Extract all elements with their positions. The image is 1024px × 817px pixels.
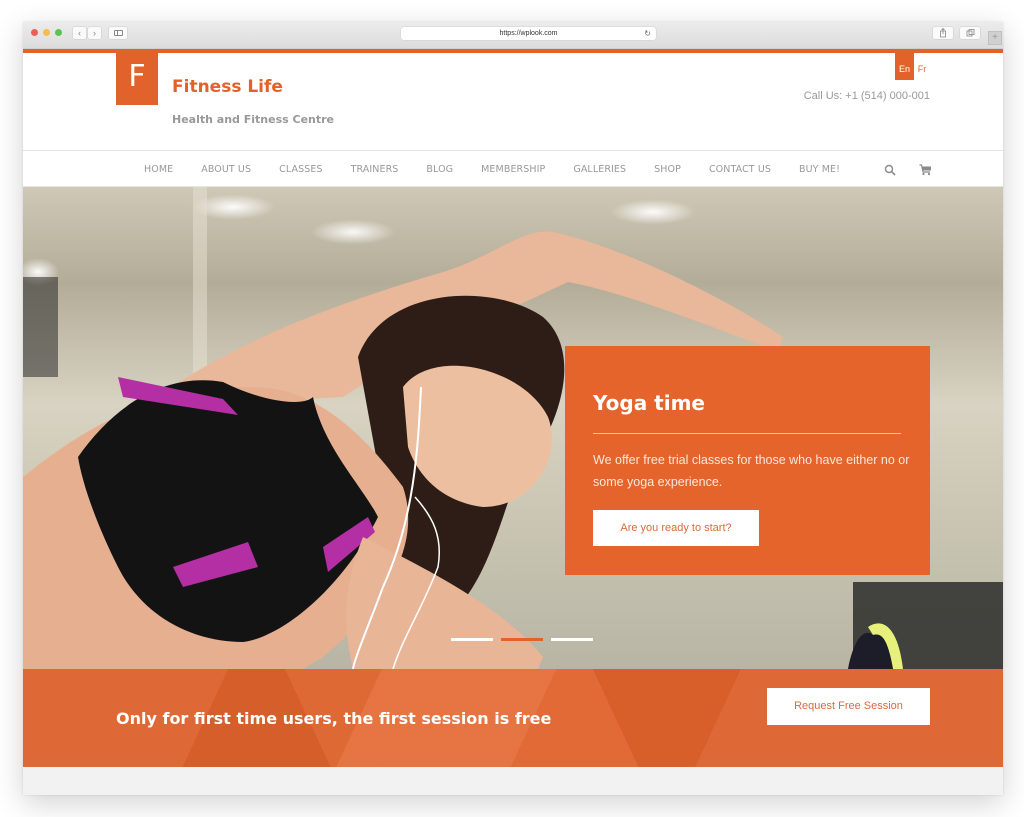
site-logo[interactable]: F (116, 49, 158, 105)
chevron-left-icon: ‹ (78, 28, 81, 38)
nav-item-contact-us[interactable]: CONTACT US (709, 164, 771, 175)
start-button[interactable]: Are you ready to start? (593, 510, 759, 546)
nav-item-classes[interactable]: CLASSES (279, 164, 322, 175)
language-switcher: En Fr (895, 49, 930, 80)
share-button[interactable] (933, 27, 953, 39)
site-header: F Fitness Life Health and Fitness Centre… (23, 49, 1003, 151)
share-icon (940, 27, 946, 38)
url-text: https://wplook.com (499, 30, 558, 37)
browser-window: ‹ › https://wplook.com ↻ + F Fitness Lif… (23, 22, 1003, 795)
nav-item-shop[interactable]: SHOP (654, 164, 681, 175)
reload-icon[interactable]: ↻ (644, 27, 651, 40)
request-free-session-button[interactable]: Request Free Session (767, 688, 930, 725)
chevron-right-icon: › (93, 28, 96, 38)
hero-description: We offer free trial classes for those wh… (593, 453, 910, 489)
tabs-overview-button[interactable] (960, 27, 980, 39)
back-button[interactable]: ‹ (73, 27, 86, 39)
language-fr[interactable]: Fr (914, 49, 930, 80)
background-equipment (23, 277, 58, 377)
slide-indicator-2[interactable] (501, 638, 543, 641)
nav-item-membership[interactable]: MEMBERSHIP (481, 164, 545, 175)
forward-button[interactable]: › (88, 27, 101, 39)
search-icon (884, 164, 896, 176)
banner-text: Only for first time users, the first ses… (116, 709, 552, 728)
nav-item-galleries[interactable]: GALLERIES (573, 164, 626, 175)
slide-indicator-1[interactable] (451, 638, 493, 641)
window-controls (31, 29, 62, 36)
hero-title: Yoga time (593, 391, 705, 415)
browser-toolbar: ‹ › https://wplook.com ↻ + (23, 22, 1003, 49)
hero-divider (593, 433, 901, 434)
maximize-window-button[interactable] (55, 29, 62, 36)
history-buttons: ‹ › (73, 27, 101, 39)
hero-caption-card: Yoga time We offer free trial classes fo… (565, 346, 930, 575)
nav-menu: HOME ABOUT US CLASSES TRAINERS BLOG MEMB… (144, 151, 868, 187)
site-tagline: Health and Fitness Centre (172, 113, 335, 126)
nav-item-blog[interactable]: BLOG (426, 164, 453, 175)
slider-pagination (451, 638, 593, 641)
sidebar-toggle-button[interactable] (109, 27, 127, 39)
phone-number: Call Us: +1 (514) 000-001 (803, 90, 930, 102)
logo-letter: F (128, 59, 146, 94)
nav-item-buy-me[interactable]: BUY ME! (799, 164, 840, 175)
minimize-window-button[interactable] (43, 29, 50, 36)
nav-item-home[interactable]: HOME (144, 164, 173, 175)
main-navigation: HOME ABOUT US CLASSES TRAINERS BLOG MEMB… (23, 151, 1003, 187)
sidebar-icon (113, 30, 123, 36)
free-session-banner: Only for first time users, the first ses… (23, 669, 1003, 767)
hero-slider: Yoga time We offer free trial classes fo… (23, 187, 1003, 669)
web-page: F Fitness Life Health and Fitness Centre… (23, 49, 1003, 795)
nav-item-about-us[interactable]: ABOUT US (201, 164, 251, 175)
language-en[interactable]: En (895, 49, 914, 80)
close-window-button[interactable] (31, 29, 38, 36)
tabs-icon (966, 29, 975, 37)
cart-icon (919, 164, 931, 176)
new-tab-button[interactable]: + (988, 31, 1002, 45)
address-bar[interactable]: https://wplook.com ↻ (401, 27, 656, 40)
cart-button[interactable] (919, 163, 932, 176)
nav-item-trainers[interactable]: TRAINERS (351, 164, 399, 175)
plus-icon: + (992, 32, 998, 43)
search-button[interactable] (884, 163, 896, 176)
site-title[interactable]: Fitness Life (172, 77, 283, 97)
slide-indicator-3[interactable] (551, 638, 593, 641)
